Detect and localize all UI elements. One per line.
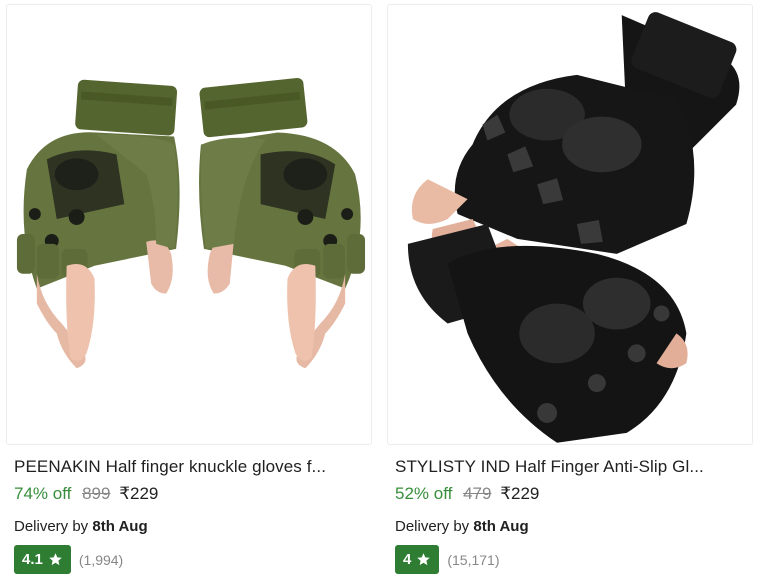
product-image[interactable]: [6, 4, 372, 445]
delivery-prefix: Delivery by: [395, 518, 474, 535]
original-price: 479: [463, 484, 492, 503]
star-icon: [417, 553, 431, 566]
product-image[interactable]: [387, 4, 753, 445]
delivery-prefix: Delivery by: [14, 518, 93, 535]
rating-row: 4 (15,171): [395, 545, 500, 574]
black-gloves-image: [407, 12, 740, 443]
rating-badge: 4.1: [14, 545, 71, 574]
selling-price: ₹229: [500, 484, 540, 503]
product-card[interactable]: STYLISTY IND Half Finger Anti-Slip Gl...…: [385, 0, 755, 583]
discount-label: 52% off: [395, 484, 453, 503]
product-title[interactable]: STYLISTY IND Half Finger Anti-Slip Gl...: [395, 457, 750, 477]
original-price: 899: [82, 484, 111, 503]
star-icon: [49, 553, 62, 566]
product-card[interactable]: PEENAKIN Half finger knuckle gloves f...…: [4, 0, 374, 583]
rating-row: 4.1 (1,994): [14, 545, 123, 574]
rating-value: 4.1: [22, 551, 43, 568]
selling-price: ₹229: [119, 484, 159, 503]
price-row: 52% off 479 ₹229: [395, 484, 539, 504]
product-grid: PEENAKIN Half finger knuckle gloves f...…: [0, 0, 760, 583]
delivery-date: 8th Aug: [473, 518, 529, 535]
delivery-info: Delivery by 8th Aug: [14, 518, 148, 536]
rating-count: (15,171): [447, 551, 500, 568]
right-glove: [199, 77, 366, 369]
olive-gloves-image: [16, 77, 366, 369]
rating-value: 4: [403, 551, 412, 568]
discount-label: 74% off: [14, 484, 72, 503]
delivery-date: 8th Aug: [92, 518, 148, 535]
rating-badge: 4: [395, 545, 440, 574]
lower-glove: [407, 224, 688, 443]
left-glove: [16, 79, 180, 369]
delivery-info: Delivery by 8th Aug: [395, 518, 529, 536]
rating-count: (1,994): [78, 551, 124, 568]
price-row: 74% off 899 ₹229: [14, 484, 158, 504]
product-title[interactable]: PEENAKIN Half finger knuckle gloves f...: [14, 457, 369, 477]
